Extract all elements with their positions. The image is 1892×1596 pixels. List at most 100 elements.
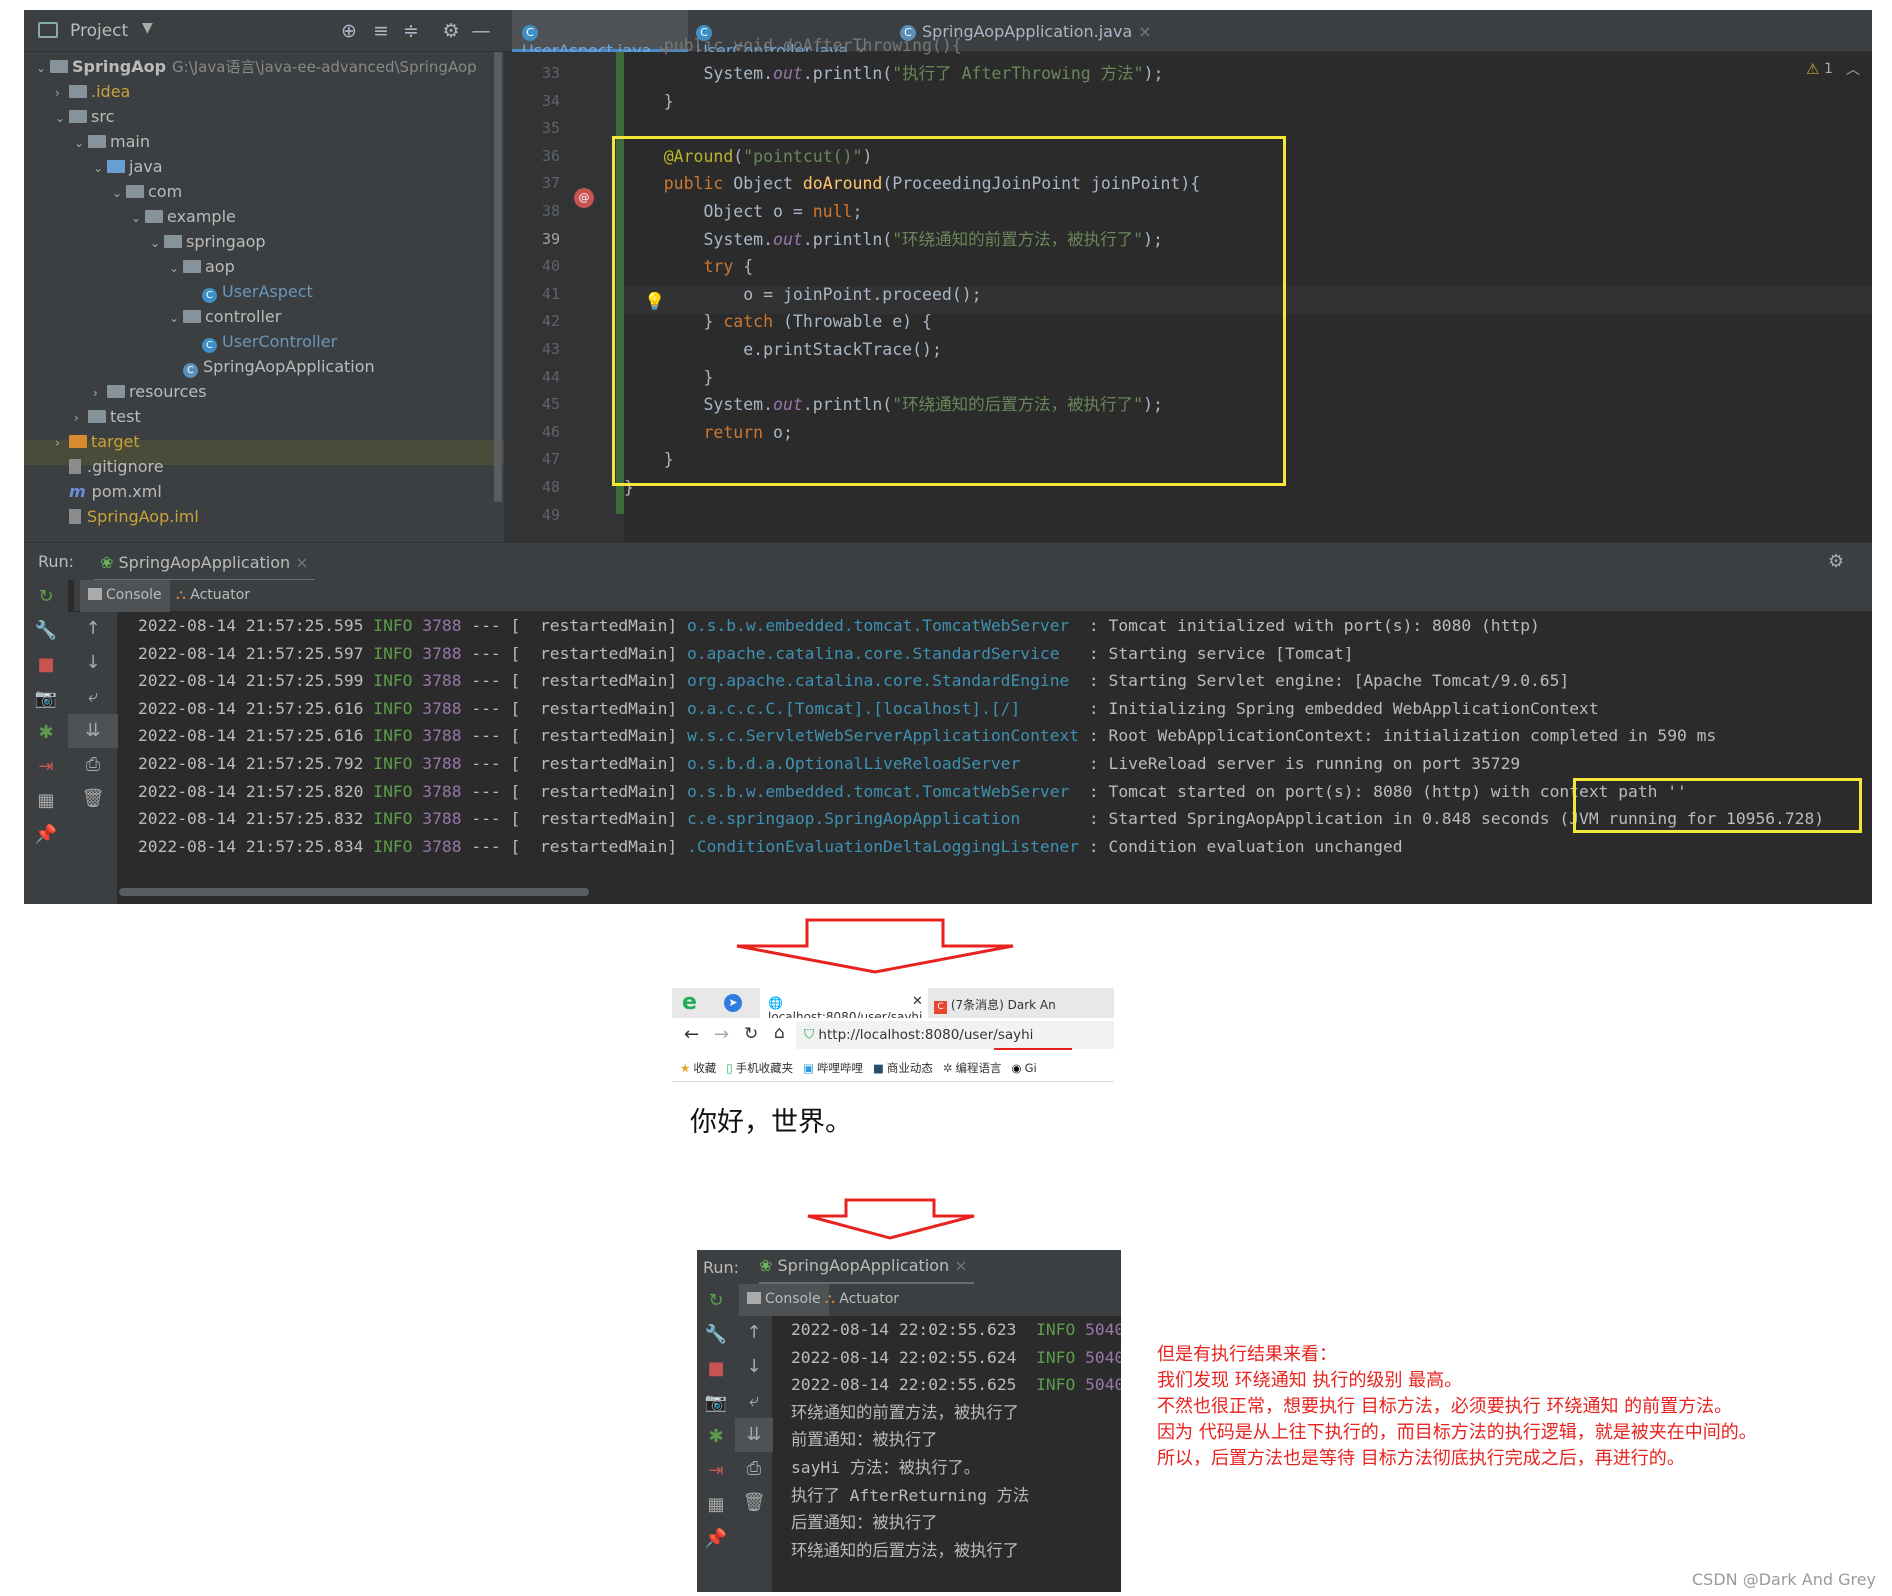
layout-icon[interactable]: ▦	[24, 784, 68, 818]
chevron-down-icon[interactable]: ⌄	[169, 306, 183, 331]
browser-tab-csdn[interactable]: C (7条消息) Dark An	[934, 996, 1056, 1014]
tree-item[interactable]: ⌄ controller	[24, 304, 494, 329]
tree-item[interactable]: m pom.xml	[24, 479, 494, 504]
close-icon[interactable]: ×	[1138, 22, 1151, 41]
tree-item[interactable]: C SpringAopApplication	[24, 354, 494, 379]
rerun-icon[interactable]: ↻	[24, 580, 68, 614]
chevron-right-icon[interactable]: ›	[55, 431, 69, 456]
tree-item[interactable]: ⌄ main	[24, 129, 494, 154]
run-config-tab[interactable]: ❀ SpringAopApplication ×	[94, 549, 315, 581]
trash-icon[interactable]: 🗑	[735, 1486, 773, 1520]
tree-item[interactable]: › resources	[24, 379, 494, 404]
soft-wrap-icon[interactable]: ⤶	[735, 1384, 773, 1418]
bookmark-item[interactable]: ▯ 手机收藏夹	[726, 1061, 793, 1075]
arrow-down-icon[interactable]: ↓	[735, 1350, 773, 1384]
camera-icon[interactable]: 📷	[697, 1386, 735, 1420]
gear-icon[interactable]: ⚙	[440, 20, 462, 42]
warning-icon[interactable]: ⚠	[1806, 60, 1819, 78]
tree-item[interactable]: ⌄ SpringAop G:\Java语言\java-ee-advanced\Spr…	[24, 54, 494, 79]
home-icon[interactable]: ⌂	[774, 1023, 785, 1043]
tree-item[interactable]: C UserAspect	[24, 279, 494, 304]
chevron-down-icon[interactable]: ⌄	[150, 231, 164, 256]
target-icon[interactable]: ⊕	[338, 20, 360, 42]
browser-tab-active[interactable]: 🌐 localhost:8080/user/sayhi	[760, 988, 928, 1024]
debug-icon[interactable]: ✱	[24, 716, 68, 750]
stop-icon[interactable]: ■	[697, 1352, 735, 1386]
tree-item[interactable]: › .idea	[24, 79, 494, 104]
chevron-down-icon[interactable]: ⌄	[112, 181, 126, 206]
exit-icon[interactable]: ⇥	[697, 1454, 735, 1488]
bookmark-item[interactable]: ▣ 哔哩哔哩	[803, 1061, 863, 1075]
layout-icon[interactable]: ▦	[697, 1488, 735, 1522]
chevron-down-icon[interactable]: ⌄	[93, 156, 107, 181]
chevron-down-icon[interactable]: ▼	[142, 20, 153, 36]
tree-item[interactable]: ⌄ example	[24, 204, 494, 229]
arrow-up-icon[interactable]: ↑	[735, 1316, 773, 1350]
chevron-down-icon[interactable]: ⌄	[169, 256, 183, 281]
chevron-right-icon[interactable]: ›	[93, 381, 107, 406]
collapse-all-icon[interactable]: ≑	[400, 20, 422, 42]
soft-wrap-icon[interactable]: ⤶	[68, 680, 118, 714]
chevron-down-icon[interactable]: ⌄	[55, 106, 69, 131]
tree-item[interactable]: ⌄ java	[24, 154, 494, 179]
trash-icon[interactable]: 🗑	[68, 782, 118, 816]
tree-item[interactable]: .gitignore	[24, 454, 494, 479]
tree-item[interactable]: SpringAop.iml	[24, 504, 494, 529]
exit-icon[interactable]: ⇥	[24, 750, 68, 784]
bookmark-item[interactable]: ★ 收藏	[680, 1061, 716, 1075]
edge-browser-icon[interactable]: e	[682, 990, 697, 1015]
minimize-icon[interactable]: —	[470, 20, 492, 42]
chevron-down-icon[interactable]: ⌄	[36, 56, 50, 81]
console-horizontal-scrollbar[interactable]	[119, 888, 589, 896]
print-icon[interactable]: ⎙	[68, 748, 118, 782]
bookmark-item[interactable]: ✲ 编程语言	[943, 1061, 1002, 1075]
print-icon[interactable]: ⎙	[735, 1452, 773, 1486]
chevron-up-icon[interactable]: ︿	[1846, 59, 1860, 79]
tree-item[interactable]: C UserController	[24, 329, 494, 354]
close-icon[interactable]: ✕	[912, 994, 923, 1009]
chevron-right-icon[interactable]: ›	[74, 406, 88, 431]
tree-item[interactable]: ⌄ com	[24, 179, 494, 204]
actuator-tab[interactable]: ⛬ Actuator	[825, 1291, 899, 1307]
tree-item[interactable]: › test	[24, 404, 494, 429]
close-icon[interactable]: ×	[295, 553, 308, 572]
chevron-down-icon[interactable]: ⌄	[131, 206, 145, 231]
close-icon[interactable]: ×	[954, 1256, 967, 1275]
console-output[interactable]: 2022-08-14 21:57:25.595 INFO 3788 --- [ …	[118, 612, 1872, 904]
bookmark-item[interactable]: ◉ Gi	[1012, 1061, 1037, 1075]
bookmark-item[interactable]: ■ 商业动态	[873, 1061, 933, 1075]
stop-icon[interactable]: ■	[24, 648, 68, 682]
tree-item[interactable]: › target	[24, 429, 494, 454]
arrow-down-icon[interactable]: ↓	[68, 646, 118, 680]
pin-icon[interactable]: 📌	[24, 818, 68, 852]
actuator-tab[interactable]: ⛬ Actuator	[176, 587, 250, 603]
address-bar[interactable]: ⛉ http://localhost:8080/user/sayhi	[796, 1021, 1114, 1049]
pin-icon[interactable]: 📌	[697, 1522, 735, 1556]
scroll-to-end-icon[interactable]: ⇊	[68, 714, 118, 748]
run-config-tab[interactable]: ❀ SpringAopApplication ×	[759, 1256, 974, 1284]
reload-icon[interactable]: ↻	[744, 1024, 758, 1044]
console-output[interactable]: 2022-08-14 22:02:55.623 INFO 5040 2022-08…	[781, 1316, 1121, 1564]
debug-icon[interactable]: ✱	[697, 1420, 735, 1454]
expand-all-icon[interactable]: ≡	[370, 20, 392, 42]
tree-item[interactable]: ⌄ springaop	[24, 229, 494, 254]
wrench-icon[interactable]: 🔧	[697, 1318, 735, 1352]
chevron-right-icon[interactable]: ›	[55, 81, 69, 106]
tree-item[interactable]: ⌄ aop	[24, 254, 494, 279]
arrow-up-icon[interactable]: ↑	[68, 612, 118, 646]
tree-item[interactable]: ⌄ src	[24, 104, 494, 129]
console-tab[interactable]: Console	[739, 1284, 829, 1316]
camera-icon[interactable]: 📷	[24, 682, 68, 716]
console-tab[interactable]: Console	[80, 580, 170, 612]
back-icon[interactable]: ←	[684, 1024, 699, 1045]
around-advice-gutter-icon[interactable]: @	[574, 188, 594, 208]
rerun-icon[interactable]: ↻	[697, 1284, 735, 1318]
gear-icon[interactable]: ⚙	[1828, 551, 1844, 572]
wrench-icon[interactable]: 🔧	[24, 614, 68, 648]
send-icon[interactable]: ➤	[724, 994, 742, 1012]
project-scrollbar[interactable]	[494, 52, 502, 502]
scroll-to-end-icon[interactable]: ⇊	[735, 1418, 773, 1452]
forward-icon[interactable]: →	[714, 1024, 729, 1045]
chevron-down-icon[interactable]: ⌄	[74, 131, 88, 156]
project-label[interactable]: Project	[70, 21, 128, 41]
